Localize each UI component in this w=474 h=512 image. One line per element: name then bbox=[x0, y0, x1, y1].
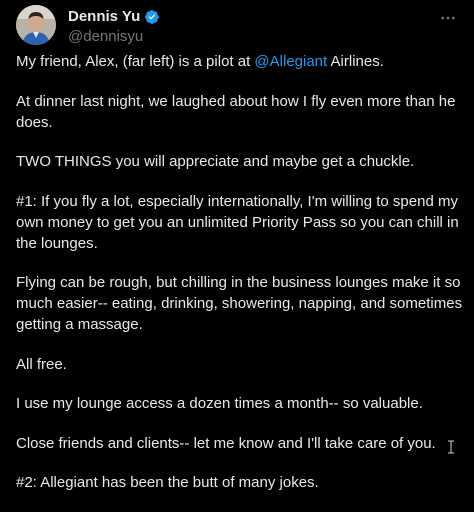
mention-link-allegiant[interactable]: @Allegiant bbox=[254, 53, 327, 70]
author-name-row: Dennis Yu bbox=[68, 7, 160, 27]
paragraph-text: Airlines. bbox=[327, 53, 384, 70]
author-handle[interactable]: @dennisyu bbox=[68, 27, 160, 47]
more-options-button[interactable] bbox=[436, 8, 460, 28]
paragraph-text: My friend, Alex, (far left) is a pilot a… bbox=[16, 53, 255, 70]
tweet-paragraph-5: Flying can be rough, but chilling in the… bbox=[16, 274, 463, 333]
avatar[interactable] bbox=[16, 5, 56, 45]
text-cursor-icon bbox=[448, 440, 454, 454]
tweet-paragraph-9: #2: Allegiant has been the butt of many … bbox=[16, 474, 319, 491]
tweet-paragraph-8: Close friends and clients-- let me know … bbox=[16, 434, 436, 452]
tweet-paragraph-6: All free. bbox=[16, 355, 67, 373]
tweet-paragraph-1: My friend, Alex, (far left) is a pilot a… bbox=[16, 51, 464, 72]
author-display-name[interactable]: Dennis Yu bbox=[68, 7, 140, 27]
tweet-paragraph-4: #1: If you fly a lot, especially interna… bbox=[16, 192, 459, 252]
tweet-paragraph-3: TWO THINGS you will appreciate and maybe… bbox=[16, 153, 415, 170]
author-block: Dennis Yu @dennisyu bbox=[68, 7, 160, 47]
more-horizontal-icon bbox=[441, 16, 455, 20]
tweet-paragraph-2: At dinner last night, we laughed about h… bbox=[16, 92, 456, 131]
verified-badge-icon[interactable] bbox=[144, 9, 160, 25]
avatar-photo-icon bbox=[16, 5, 56, 45]
tweet-paragraph-7: I use my lounge access a dozen times a m… bbox=[16, 395, 423, 412]
tweet-text: My friend, Alex, (far left) is a pilot a… bbox=[16, 51, 464, 512]
